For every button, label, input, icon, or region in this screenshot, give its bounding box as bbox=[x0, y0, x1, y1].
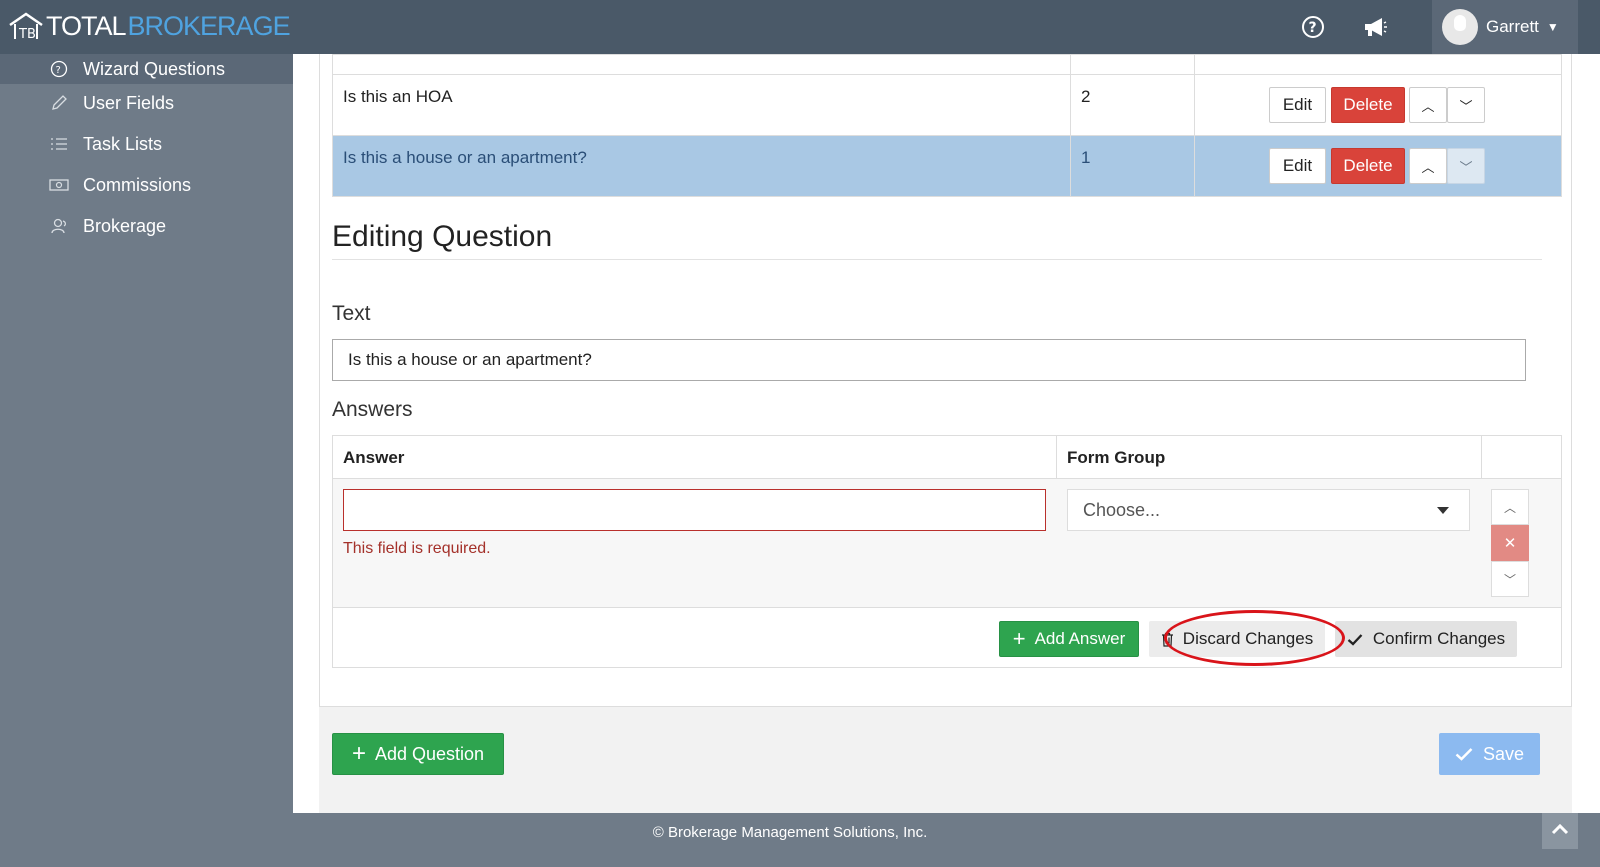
move-up-button[interactable]: ︿ bbox=[1409, 148, 1447, 184]
user-name: Garrett bbox=[1486, 17, 1539, 36]
svg-text:?: ? bbox=[56, 65, 61, 76]
sidebar-item-label: Brokerage bbox=[83, 215, 167, 236]
page-title: Editing Question bbox=[332, 220, 553, 253]
main-content: Is this an HOA 2 Edit Delete ︿ ﹀ Is this a … bbox=[293, 54, 1600, 828]
megaphone-icon[interactable] bbox=[1361, 13, 1389, 41]
form-group-select[interactable]: Choose... bbox=[1067, 489, 1470, 531]
sidebar-item-user-fields[interactable]: User Fields bbox=[48, 88, 174, 118]
house-logo-icon: TB bbox=[8, 11, 44, 42]
text-label: Text bbox=[332, 302, 371, 325]
add-answer-button[interactable]: + Add Answer bbox=[999, 621, 1139, 657]
answer-input[interactable] bbox=[343, 489, 1046, 531]
brand-logo[interactable]: TB TOTAL BROKERAGE bbox=[8, 8, 291, 44]
sidebar-item-task-lists[interactable]: Task Lists bbox=[48, 129, 162, 159]
questions-table: Is this an HOA 2 Edit Delete ︿ ﹀ Is this a … bbox=[332, 54, 1562, 197]
sidebar-item-commissions[interactable]: Commissions bbox=[48, 170, 191, 200]
money-icon bbox=[48, 174, 70, 196]
answer-remove-button[interactable]: ✕ bbox=[1491, 525, 1529, 561]
check-icon bbox=[1347, 633, 1363, 646]
confirm-changes-button[interactable]: Confirm Changes bbox=[1335, 621, 1517, 657]
copyright-text: © Brokerage Management Solutions, Inc. bbox=[652, 824, 928, 841]
col-answer-header: Answer bbox=[343, 447, 405, 467]
edit-button[interactable]: Edit bbox=[1269, 87, 1326, 123]
chevron-up-icon: ︿ bbox=[1421, 159, 1435, 175]
sidebar-item-label: Wizard Questions bbox=[83, 58, 226, 79]
chevron-down-icon: ﹀ bbox=[1503, 572, 1516, 587]
form-footer: + Add Question Save bbox=[319, 706, 1572, 818]
brand-name-brokerage: BROKERAGE bbox=[127, 10, 291, 41]
page-footer: © Brokerage Management Solutions, Inc. bbox=[0, 813, 1600, 867]
divider bbox=[332, 259, 1542, 260]
save-button[interactable]: Save bbox=[1439, 733, 1540, 775]
row-actions: Edit Delete ︿ ﹀ bbox=[1194, 135, 1562, 197]
chevron-up-icon: ︿ bbox=[1421, 98, 1435, 114]
row-actions: Edit Delete ︿ ﹀ bbox=[1194, 74, 1562, 136]
move-up-button[interactable]: ︿ bbox=[1409, 87, 1447, 123]
answers-table-header: Answer Form Group bbox=[333, 436, 1561, 479]
close-icon: ✕ bbox=[1503, 535, 1517, 552]
svg-text:?: ? bbox=[1309, 20, 1317, 36]
move-down-button[interactable]: ﹀ bbox=[1447, 87, 1485, 123]
help-circle-icon[interactable]: ? bbox=[1299, 13, 1327, 41]
answer-move-down-button[interactable]: ﹀ bbox=[1491, 561, 1529, 597]
validation-error: This field is required. bbox=[343, 540, 491, 557]
answer-row-controls: ︿ ✕ ﹀ bbox=[1491, 489, 1529, 597]
table-row-selected[interactable]: Is this a house or an apartment? 1 Edit D… bbox=[332, 135, 1562, 197]
sidebar-item-label: Task Lists bbox=[83, 133, 163, 154]
answers-actions: + Add Answer Discard Changes Confirm Chan… bbox=[333, 609, 1561, 667]
question-text: Is this an HOA bbox=[332, 74, 1071, 136]
answers-table: Answer Form Group This field is required… bbox=[332, 435, 1562, 668]
table-row[interactable]: Is this an HOA 2 Edit Delete ︿ ﹀ bbox=[332, 74, 1562, 136]
chevron-up-icon: ︿ bbox=[1503, 500, 1516, 515]
pencil-icon bbox=[48, 92, 70, 114]
question-circle-icon: ? bbox=[48, 58, 70, 80]
sidebar: ? Wizard Questions User Fields Task List… bbox=[0, 54, 293, 828]
answer-move-up-button[interactable]: ︿ bbox=[1491, 489, 1529, 525]
discard-changes-button[interactable]: Discard Changes bbox=[1149, 621, 1325, 657]
caret-down-icon bbox=[1437, 507, 1449, 514]
sidebar-item-label: User Fields bbox=[83, 92, 175, 113]
scroll-to-top-button[interactable] bbox=[1542, 813, 1578, 849]
chevron-up-icon bbox=[1551, 822, 1569, 840]
add-question-button[interactable]: + Add Question bbox=[332, 733, 504, 775]
avatar bbox=[1442, 9, 1478, 45]
delete-button[interactable]: Delete bbox=[1331, 148, 1405, 184]
answer-row: This field is required. Choose... ︿ ✕ ﹀ bbox=[333, 479, 1561, 608]
question-text: Is this a house or an apartment? bbox=[332, 135, 1071, 197]
brand-name-total: TOTAL bbox=[46, 10, 127, 41]
sidebar-item-wizard-questions[interactable]: ? Wizard Questions bbox=[0, 54, 293, 84]
list-icon bbox=[48, 133, 70, 155]
table-row bbox=[332, 54, 1562, 75]
answers-label: Answers bbox=[332, 398, 413, 421]
trash-icon bbox=[1161, 632, 1174, 647]
chevron-down-icon: ﹀ bbox=[1459, 98, 1473, 114]
edit-button[interactable]: Edit bbox=[1269, 148, 1326, 184]
sidebar-item-brokerage[interactable]: Brokerage bbox=[48, 211, 166, 241]
top-navbar: TB TOTAL BROKERAGE ? Garrett ▼ bbox=[0, 0, 1600, 54]
col-form-group-header: Form Group bbox=[1067, 447, 1166, 467]
users-icon bbox=[48, 215, 70, 237]
question-text-input[interactable]: Is this a house or an apartment? bbox=[332, 339, 1526, 381]
chevron-down-icon: ▼ bbox=[1546, 20, 1559, 34]
question-text-value: Is this a house or an apartment? bbox=[348, 350, 592, 369]
plus-icon: + bbox=[351, 740, 366, 767]
select-value: Choose... bbox=[1083, 499, 1161, 520]
check-icon bbox=[1455, 747, 1473, 761]
user-menu[interactable]: Garrett ▼ bbox=[1432, 0, 1578, 54]
svg-text:TB: TB bbox=[18, 27, 36, 41]
question-order: 1 bbox=[1070, 135, 1195, 197]
chevron-down-icon: ﹀ bbox=[1459, 159, 1473, 175]
plus-icon: + bbox=[1012, 626, 1026, 651]
question-order: 2 bbox=[1070, 74, 1195, 136]
move-down-button[interactable]: ﹀ bbox=[1447, 148, 1485, 184]
delete-button[interactable]: Delete bbox=[1331, 87, 1405, 123]
sidebar-item-label: Commissions bbox=[83, 174, 192, 195]
